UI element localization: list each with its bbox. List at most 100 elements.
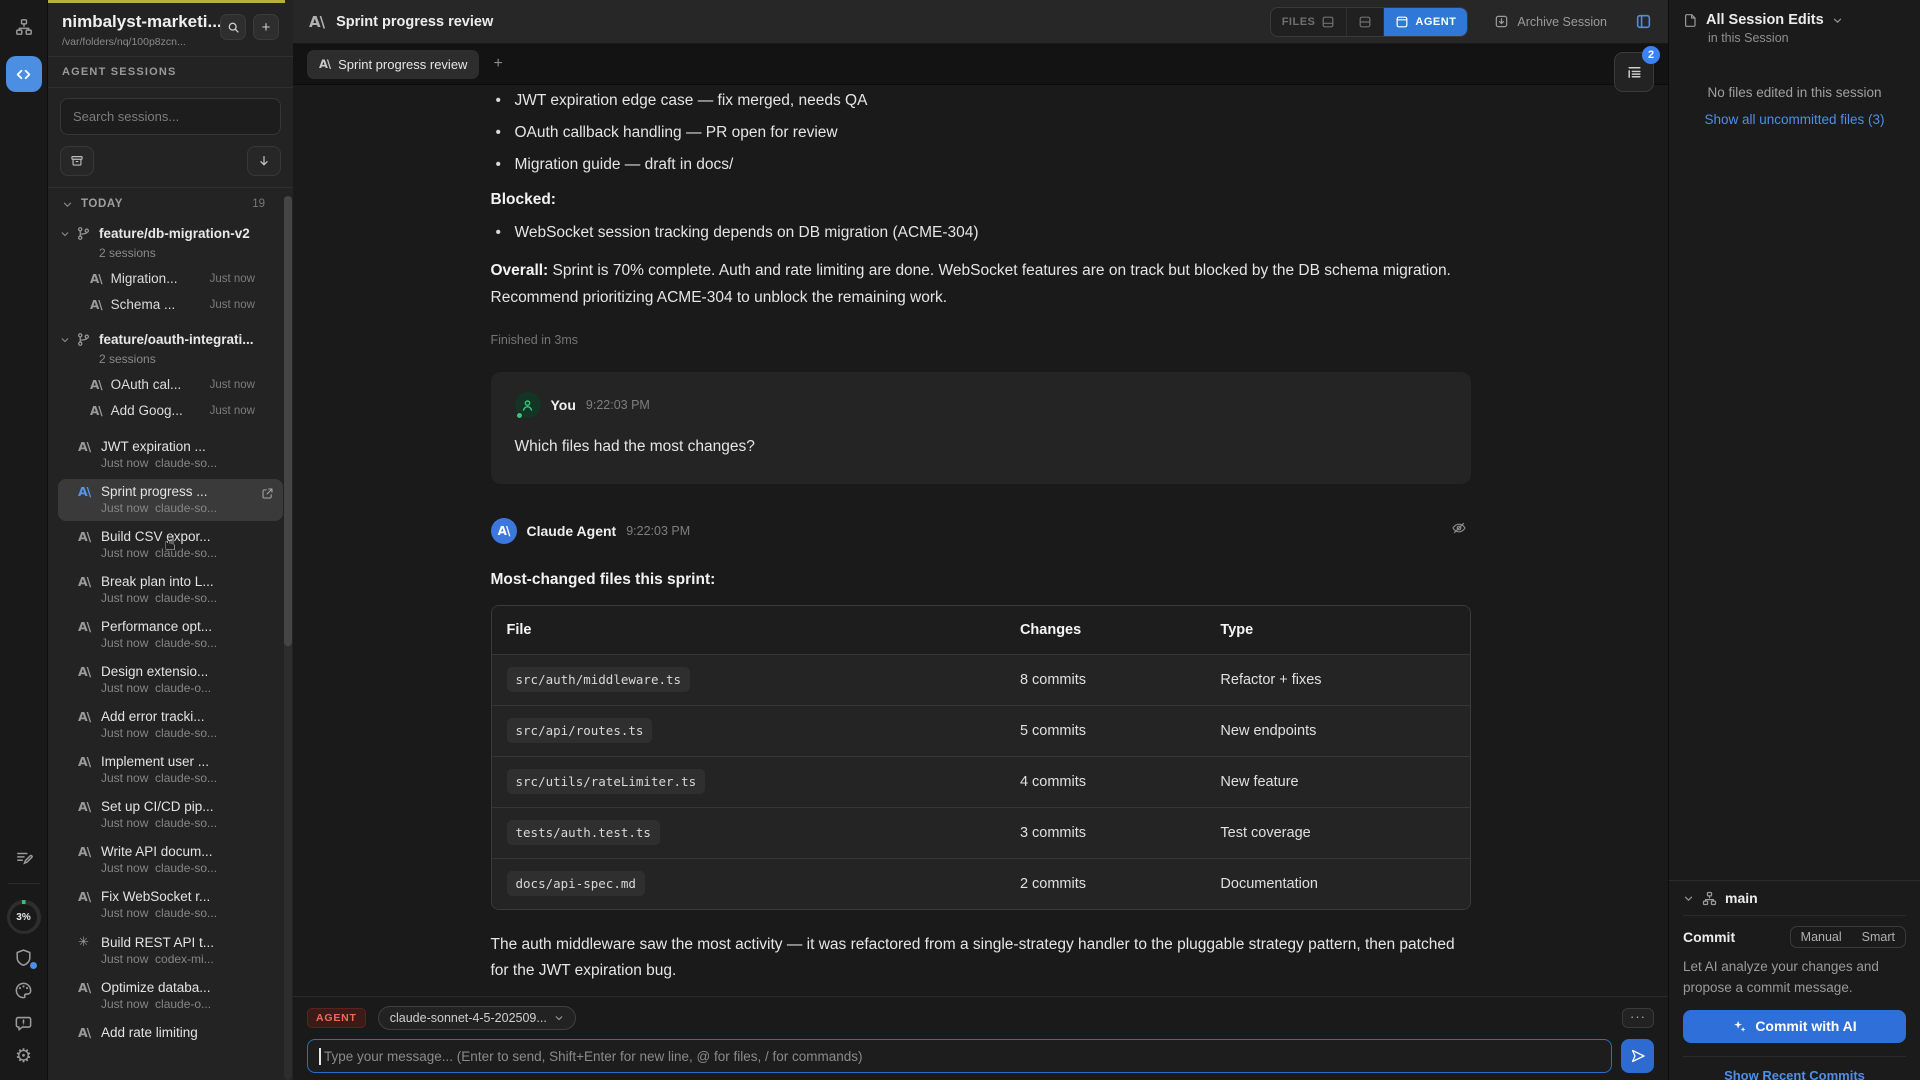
session-item[interactable]: A\Break plan into L... Just now claude-s… [58, 569, 283, 611]
show-recent-commits-link[interactable]: Show Recent Commits [1683, 1068, 1906, 1080]
archive-session-button[interactable]: Archive Session [1494, 14, 1607, 29]
session-item[interactable]: A\ Add Goog... Just now [90, 403, 283, 418]
session-item[interactable]: A\Design extensio... Just now claude-o..… [58, 659, 283, 701]
send-button[interactable] [1621, 1039, 1654, 1073]
session-item[interactable]: A\Write API docum... Just now claude-so.… [58, 839, 283, 881]
list-item: JWT expiration edge case — fix merged, n… [491, 92, 1471, 110]
type-cell: Refactor + fixes [1205, 672, 1469, 688]
branch-group-header[interactable]: feature/oauth-integrati... [58, 330, 283, 349]
changes-cell: 4 commits [1005, 774, 1205, 790]
column-header: Type [1205, 622, 1469, 638]
session-item[interactable]: A\Optimize databa... Just now claude-o..… [58, 975, 283, 1017]
session-search[interactable] [60, 98, 281, 135]
split-view-toggle[interactable] [1346, 8, 1383, 36]
message-timestamp: 9:22:03 PM [626, 524, 690, 538]
overall-text: Sprint is 70% complete. Auth and rate li… [491, 262, 1451, 306]
document-icon [1683, 13, 1698, 28]
code-workspace-button[interactable] [6, 56, 42, 92]
panel-left-icon [1635, 13, 1652, 30]
session-item[interactable]: A\Add error tracki... Just now claude-so… [58, 704, 283, 746]
workspace-title: nimbalyst-marketi... [62, 12, 220, 32]
message-input[interactable] [308, 1040, 1611, 1072]
layout-top-icon [1395, 15, 1409, 29]
more-options-button[interactable]: ··· [1622, 1008, 1654, 1028]
claude-icon: A\ [90, 272, 102, 286]
message-composer: AGENT claude-sonnet-4-5-202509... ··· [293, 996, 1668, 1080]
smart-mode-option[interactable]: Smart [1852, 927, 1905, 947]
claude-icon: A\ [78, 754, 92, 769]
openai-icon: ✳ [78, 934, 92, 950]
session-item[interactable]: A\ Migration... Just now [90, 271, 283, 286]
session-item[interactable]: A\Implement user ... Just now claude-so.… [58, 749, 283, 791]
agent-sessions-label: AGENT SESSIONS [48, 56, 293, 88]
session-item[interactable]: ✳Build REST API t... Just now codex-mi..… [58, 929, 283, 972]
session-item[interactable]: A\Performance opt... Just now claude-so.… [58, 614, 283, 656]
chevron-down-icon [60, 229, 70, 239]
column-header: File [492, 622, 1005, 638]
session-item-selected[interactable]: A\Sprint progress ... Just now claude-so… [58, 479, 283, 521]
archive-filter-button[interactable] [60, 146, 94, 176]
branch-session-count: 2 sessions [99, 352, 283, 366]
git-branch-icon [76, 226, 91, 241]
feedback-chat-icon[interactable] [14, 1014, 33, 1033]
notes-edit-icon[interactable] [15, 849, 33, 867]
blocked-heading: Blocked: [491, 191, 1471, 209]
shield-icon[interactable] [14, 948, 33, 967]
scrollbar-thumb[interactable] [284, 196, 292, 646]
session-item[interactable]: A\Set up CI/CD pip... Just now claude-so… [58, 794, 283, 836]
claude-icon: A\ [78, 619, 92, 634]
table-row: tests/auth.test.ts 3 commits Test covera… [492, 807, 1470, 858]
tab-sprint-progress-review[interactable]: A\ Sprint progress review [307, 50, 479, 79]
workflow-icon[interactable] [15, 18, 33, 36]
session-item[interactable]: A\JWT expiration ... Just now claude-so.… [58, 434, 283, 476]
table-heading: Most-changed files this sprint: [491, 571, 1471, 589]
search-sessions-input[interactable] [71, 108, 270, 125]
done-items-list: JWT expiration edge case — fix merged, n… [491, 92, 1471, 174]
plus-icon: + [262, 19, 271, 36]
new-session-button[interactable]: + [253, 14, 279, 40]
date-group-today[interactable]: TODAY 19 [58, 196, 283, 212]
open-in-new-icon[interactable] [261, 487, 274, 500]
file-path-chip: docs/api-spec.md [507, 871, 645, 896]
usage-meter[interactable]: 3% [7, 900, 41, 934]
edits-panel-subtitle: in this Session [1708, 31, 1906, 45]
person-icon [520, 398, 535, 413]
theme-palette-icon[interactable] [14, 981, 33, 1000]
model-name: claude-sonnet-4-5-202509... [390, 1011, 547, 1025]
session-item[interactable]: A\Fix WebSocket r... Just now claude-so.… [58, 884, 283, 926]
show-uncommitted-files-link[interactable]: Show all uncommitted files (3) [1669, 112, 1920, 127]
search-button[interactable] [220, 14, 246, 40]
hide-message-icon[interactable] [1451, 520, 1467, 536]
commit-with-ai-button[interactable]: Commit with AI [1683, 1010, 1906, 1043]
finished-status: Finished in 3ms [491, 333, 1471, 347]
settings-gear-icon[interactable]: ⚙ [15, 1047, 32, 1066]
edits-scope-selector[interactable]: All Session Edits [1683, 12, 1906, 28]
manual-mode-option[interactable]: Manual [1791, 927, 1852, 947]
overall-summary: Overall: Sprint is 70% complete. Auth an… [491, 257, 1471, 311]
branch-group-header[interactable]: feature/db-migration-v2 [58, 224, 283, 243]
claude-icon: A\ [309, 13, 324, 31]
sort-button[interactable] [247, 146, 281, 176]
session-item[interactable]: A\ OAuth cal... Just now [90, 377, 283, 392]
file-path-chip: src/api/routes.ts [507, 718, 653, 743]
branch-selector[interactable]: main [1683, 890, 1906, 906]
session-item[interactable]: A\Add rate limiting [58, 1020, 283, 1046]
session-time: Just now [210, 273, 255, 285]
claude-avatar: A\ [491, 518, 517, 544]
toggle-right-panel-button[interactable] [1635, 13, 1652, 30]
session-list: A\JWT expiration ... Just now claude-so.… [58, 434, 283, 1046]
sessions-scroll-area: TODAY 19 feature/db-migration-v2 [48, 188, 293, 1046]
files-view-toggle[interactable]: FILES [1271, 8, 1347, 36]
sidebar-scrollbar[interactable] [284, 196, 292, 1080]
session-item[interactable]: A\ Schema ... Just now [90, 297, 283, 312]
conversation-scroll-area[interactable]: JWT expiration edge case — fix merged, n… [293, 86, 1668, 996]
session-meta: Just now claude-so... [101, 906, 275, 920]
user-avatar [515, 392, 541, 418]
agent-view-toggle[interactable]: AGENT [1383, 8, 1467, 36]
list-item: WebSocket session tracking depends on DB… [491, 224, 1471, 242]
new-tab-button[interactable]: + [493, 55, 502, 73]
archive-box-icon [70, 154, 84, 168]
session-title: Add error tracki... [101, 709, 205, 724]
branch-group: feature/db-migration-v2 2 sessions A\ Mi… [58, 224, 283, 312]
model-selector[interactable]: claude-sonnet-4-5-202509... [378, 1006, 576, 1030]
